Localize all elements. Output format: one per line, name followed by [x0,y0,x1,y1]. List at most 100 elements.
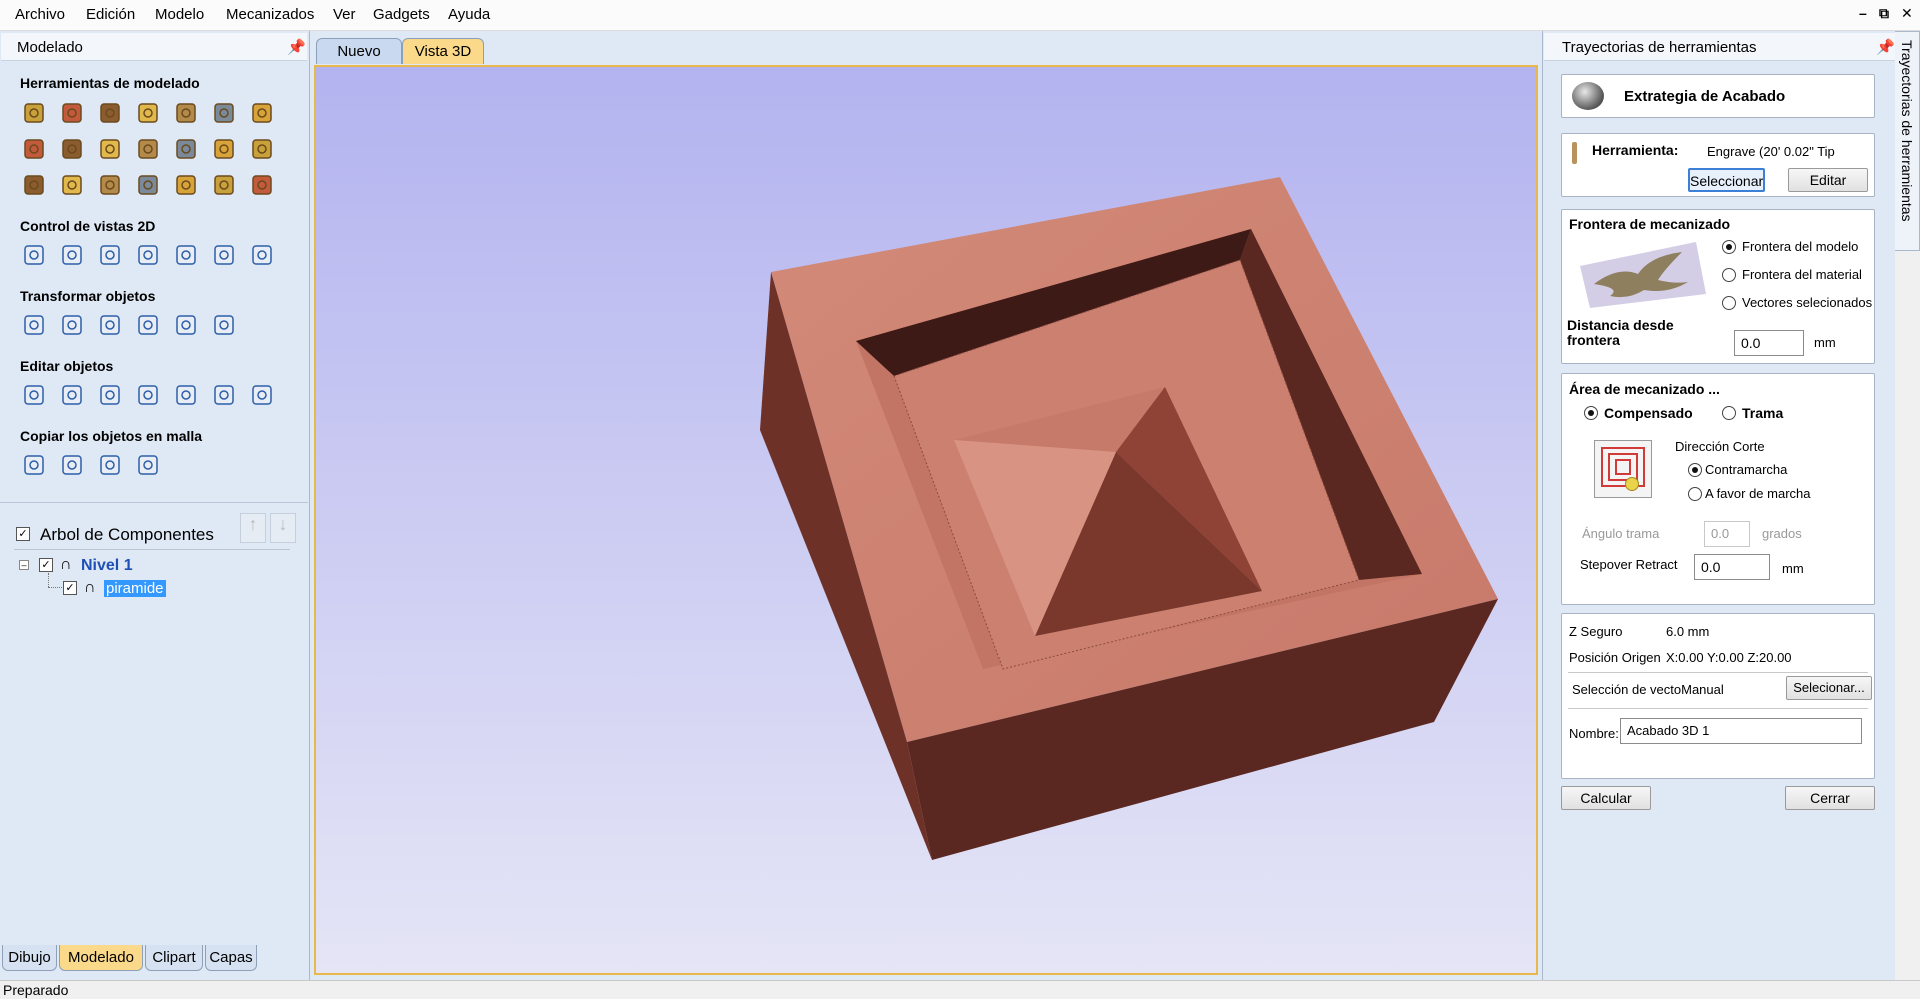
view-export-icon[interactable] [248,241,276,269]
view-split-icon[interactable] [210,241,238,269]
level-icon: ∩ [60,556,72,573]
tile-icon[interactable] [248,135,276,163]
circular-array-icon[interactable] [58,451,86,479]
fade-icon[interactable] [172,135,200,163]
select-icon[interactable] [20,381,48,409]
tab-nuevo[interactable]: Nuevo [316,38,402,64]
pointer-star-icon[interactable] [248,171,276,199]
tree-level-label[interactable]: Nivel 1 [81,557,133,575]
tab-dibujo[interactable]: Dibujo [2,945,57,971]
pin-icon[interactable]: 📌 [287,38,306,56]
pin-icon-right[interactable]: 📌 [1876,38,1895,56]
select-vectors-button[interactable]: Selecionar... [1786,676,1872,700]
side-tab-toolpaths[interactable]: Trayectorias de herramientas [1895,31,1920,251]
radio-material-boundary[interactable] [1722,268,1736,282]
menu-archivo[interactable]: Archivo [15,6,65,23]
grid-array-icon[interactable] [20,451,48,479]
3d-viewport[interactable] [314,65,1538,975]
distort-box-icon[interactable] [172,311,200,339]
distort-icon[interactable] [172,99,200,127]
sweep-icon[interactable] [96,99,124,127]
extrude-icon[interactable] [58,99,86,127]
menu-gadgets[interactable]: Gadgets [373,6,430,23]
right-panel-title: Trayectorias de herramientas [1562,39,1757,56]
resize-icon[interactable] [58,311,86,339]
sculpt-icon[interactable] [134,99,162,127]
distance-input[interactable]: 0.0 [1734,330,1804,356]
zoom-fit-icon[interactable] [96,241,124,269]
radio-model-boundary[interactable] [1722,240,1736,254]
name-input[interactable]: Acabado 3D 1 [1620,718,1862,744]
mirror-icon[interactable] [134,311,162,339]
level-checkbox[interactable]: ✓ [39,558,53,572]
edit-tool-button[interactable]: Editar [1788,168,1868,192]
frame-icon[interactable] [58,135,86,163]
restore-icon[interactable]: ⧉ [1879,5,1889,22]
transform-icon[interactable] [134,381,162,409]
arch-icon[interactable] [134,171,162,199]
wrench-icon[interactable] [20,171,48,199]
tree-visible-checkbox[interactable]: ✓ [16,527,30,541]
angle-input[interactable]: 0.0 [1704,521,1750,547]
scale-icon[interactable] [20,311,48,339]
menu-modelo[interactable]: Modelo [155,6,204,23]
layers-icon[interactable] [210,171,238,199]
nest-icon[interactable] [134,451,162,479]
eagle-preview-image [1570,238,1710,312]
close-icon[interactable]: ✕ [1901,5,1913,22]
tab-capas[interactable]: Capas [205,945,257,971]
stack-icon[interactable] [172,171,200,199]
menu-edicion[interactable]: Edición [86,6,135,23]
menu-bar: Archivo Edición Modelo Mecanizados Ver G… [0,0,1920,31]
tab-vista-3d[interactable]: Vista 3D [402,38,484,64]
collapse-icon[interactable]: – [19,560,29,570]
angle-unit: grados [1762,526,1802,541]
select-tool-button[interactable]: Seleccionar [1688,168,1765,192]
component-checkbox[interactable]: ✓ [63,581,77,595]
move-down-button[interactable]: ↓ [270,513,296,543]
zoom-icon[interactable] [58,241,86,269]
tool-bit-icon [1572,142,1577,164]
tab-modelado[interactable]: Modelado [59,945,143,971]
radio-a-favor-label: A favor de marcha [1705,486,1811,501]
view-2d-icon[interactable] [172,241,200,269]
delete-node-icon[interactable] [172,381,200,409]
path-array-icon[interactable] [96,451,124,479]
center-icon[interactable] [210,311,238,339]
radio-selected-vectors-label: Vectores selecionados [1742,295,1873,310]
slash-icon[interactable] [248,381,276,409]
radio-trama[interactable] [1722,406,1736,420]
tree-line [48,573,49,587]
shape-square-icon[interactable] [20,135,48,163]
move-icon[interactable] [96,311,124,339]
3d-model-render [760,177,1498,860]
select-add-icon[interactable] [96,381,124,409]
calculate-button[interactable]: Calcular [1561,786,1651,810]
sphere-shape-icon[interactable] [20,99,48,127]
texture-icon[interactable] [58,171,86,199]
sphere-orange-icon[interactable] [210,135,238,163]
stepover-input[interactable]: 0.0 [1694,554,1770,580]
zoom-area-icon[interactable] [134,241,162,269]
menu-ver[interactable]: Ver [333,6,356,23]
tree-component-label[interactable]: piramide [104,580,166,597]
dome-icon[interactable] [96,171,124,199]
folder-icon[interactable] [248,99,276,127]
radio-contramarcha[interactable] [1688,463,1702,477]
menu-mecanizados[interactable]: Mecanizados [226,6,314,23]
menu-ayuda[interactable]: Ayuda [448,6,490,23]
arrows-icon[interactable] [134,135,162,163]
radio-contramarcha-label: Contramarcha [1705,462,1788,477]
radio-a-favor[interactable] [1688,487,1702,501]
node-edit-icon[interactable] [58,381,86,409]
minimize-icon[interactable]: – [1859,5,1867,21]
weave-icon[interactable] [210,99,238,127]
radio-selected-vectors[interactable] [1722,296,1736,310]
move-up-button[interactable]: ↑ [240,513,266,543]
tab-clipart[interactable]: Clipart [145,945,203,971]
close-button[interactable]: Cerrar [1785,786,1875,810]
radio-compensado[interactable] [1584,406,1598,420]
pan-icon[interactable] [20,241,48,269]
measure-icon[interactable] [210,381,238,409]
bend-icon[interactable] [96,135,124,163]
